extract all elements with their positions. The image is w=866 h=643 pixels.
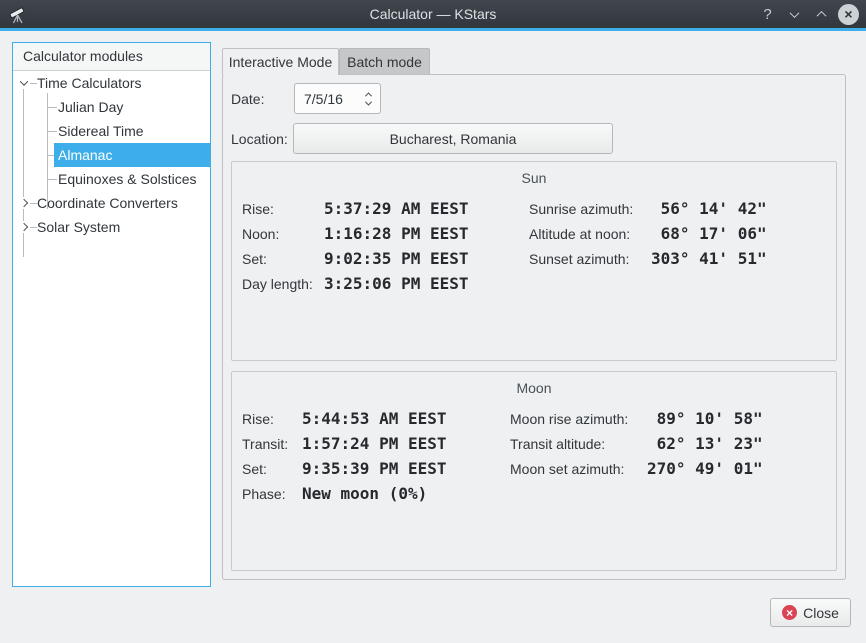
- chevron-right-icon[interactable]: [18, 197, 30, 209]
- sidebar-item-almanac[interactable]: Almanac: [13, 143, 210, 167]
- sunrise-azimuth-label: Sunrise azimuth:: [529, 201, 651, 217]
- moon-set-label: Set:: [242, 461, 302, 477]
- sun-times-grid: Rise: 5:37:29 AM EEST Noon: 1:16:28 PM E…: [242, 196, 519, 296]
- moon-phase-value: New moon (0%): [302, 484, 497, 503]
- minimize-button[interactable]: [781, 0, 808, 28]
- location-button[interactable]: Bucharest, Romania: [293, 123, 613, 154]
- chevron-down-icon: [790, 8, 800, 18]
- date-stepper[interactable]: [366, 92, 380, 106]
- moon-transit-label: Transit:: [242, 436, 302, 452]
- close-button-label: Close: [803, 605, 839, 621]
- sun-azimuth-grid: Sunrise azimuth: 56° 14' 42" Altitude at…: [529, 196, 821, 271]
- location-value: Bucharest, Romania: [390, 131, 517, 147]
- sun-rise-label: Rise:: [242, 201, 324, 217]
- sidebar-header: Calculator modules: [13, 43, 210, 71]
- altitude-at-noon-value: 68° 17' 06": [651, 224, 821, 243]
- moon-azimuth-grid: Moon rise azimuth: 89° 10' 58" Transit a…: [510, 406, 817, 481]
- moon-rise-azimuth-label: Moon rise azimuth:: [510, 411, 647, 427]
- moon-rise-value: 5:44:53 AM EEST: [302, 409, 497, 428]
- moon-set-azimuth-label: Moon set azimuth:: [510, 461, 647, 477]
- close-button[interactable]: × Close: [770, 598, 851, 627]
- sun-groupbox-title: Sun: [232, 170, 836, 186]
- sidebar-item-label: Coordinate Converters: [37, 195, 178, 211]
- transit-altitude-value: 62° 13' 23": [647, 434, 817, 453]
- altitude-at-noon-label: Altitude at noon:: [529, 226, 651, 242]
- calculator-modules-sidebar: Calculator modules Time Calculators Juli…: [12, 42, 211, 587]
- moon-set-azimuth-value: 270° 49' 01": [647, 459, 817, 478]
- calculator-window: Calculator — KStars ? × Calculator modul…: [0, 0, 866, 643]
- date-value: 7/5/16: [295, 91, 366, 107]
- date-label: Date:: [231, 83, 264, 114]
- moon-rise-azimuth-value: 89° 10' 58": [647, 409, 817, 428]
- sidebar-item-label: Time Calculators: [37, 75, 142, 91]
- interactive-mode-pane: Date: 7/5/16 Location: Bucharest, Romani…: [222, 74, 846, 580]
- moon-set-value: 9:35:39 PM EEST: [302, 459, 497, 478]
- close-icon: ×: [838, 4, 859, 25]
- chevron-right-icon[interactable]: [18, 221, 30, 233]
- titlebar-accent-line: [0, 28, 866, 31]
- sidebar-item-sidereal-time[interactable]: Sidereal Time: [13, 119, 210, 143]
- sun-noon-label: Noon:: [242, 226, 324, 242]
- sun-set-label: Set:: [242, 251, 324, 267]
- chevron-up-icon: [817, 10, 827, 20]
- close-window-button[interactable]: ×: [835, 0, 862, 28]
- chevron-down-icon[interactable]: [18, 77, 30, 89]
- sun-rise-value: 5:37:29 AM EEST: [324, 199, 519, 218]
- window-controls: ? ×: [754, 0, 862, 28]
- moon-groupbox: Moon Rise: 5:44:53 AM EEST Transit: 1:57…: [231, 371, 837, 571]
- tab-interactive-mode[interactable]: Interactive Mode: [222, 48, 339, 75]
- module-tree: Time Calculators Julian Day Sidereal Tim…: [13, 71, 210, 586]
- sidebar-item-julian-day[interactable]: Julian Day: [13, 95, 210, 119]
- location-label: Location:: [231, 123, 288, 154]
- sidebar-item-time-calculators[interactable]: Time Calculators: [13, 71, 210, 95]
- sun-groupbox: Sun Rise: 5:37:29 AM EEST Noon: 1:16:28 …: [231, 161, 837, 361]
- moon-times-grid: Rise: 5:44:53 AM EEST Transit: 1:57:24 P…: [242, 406, 497, 506]
- sidebar-item-solar-system[interactable]: Solar System: [13, 215, 210, 239]
- moon-groupbox-title: Moon: [232, 380, 836, 396]
- close-icon: ×: [782, 605, 797, 620]
- window-title: Calculator — KStars: [0, 0, 866, 28]
- sunrise-azimuth-value: 56° 14' 42": [651, 199, 821, 218]
- moon-phase-label: Phase:: [242, 486, 302, 502]
- sidebar-item-label: Julian Day: [58, 99, 123, 115]
- moon-rise-label: Rise:: [242, 411, 302, 427]
- moon-transit-value: 1:57:24 PM EEST: [302, 434, 497, 453]
- tab-batch-mode[interactable]: Batch mode: [339, 48, 430, 74]
- sidebar-item-equinoxes-solstices[interactable]: Equinoxes & Solstices: [13, 167, 210, 191]
- date-input[interactable]: 7/5/16: [294, 83, 381, 114]
- titlebar: Calculator — KStars ? ×: [0, 0, 866, 28]
- help-button[interactable]: ?: [754, 0, 781, 28]
- transit-altitude-label: Transit altitude:: [510, 436, 647, 452]
- maximize-button[interactable]: [808, 0, 835, 28]
- sidebar-item-label: Almanac: [58, 147, 112, 163]
- spin-down-icon: [365, 98, 372, 105]
- day-length-label: Day length:: [242, 276, 324, 292]
- day-length-value: 3:25:06 PM EEST: [324, 274, 519, 293]
- sunset-azimuth-label: Sunset azimuth:: [529, 251, 651, 267]
- sidebar-item-label: Sidereal Time: [58, 123, 144, 139]
- sidebar-item-label: Equinoxes & Solstices: [58, 171, 197, 187]
- sunset-azimuth-value: 303° 41' 51": [651, 249, 821, 268]
- sidebar-item-label: Solar System: [37, 219, 120, 235]
- mode-tabbar: Interactive Mode Batch mode: [222, 48, 430, 75]
- sun-noon-value: 1:16:28 PM EEST: [324, 224, 519, 243]
- sidebar-item-coordinate-converters[interactable]: Coordinate Converters: [13, 191, 210, 215]
- sun-set-value: 9:02:35 PM EEST: [324, 249, 519, 268]
